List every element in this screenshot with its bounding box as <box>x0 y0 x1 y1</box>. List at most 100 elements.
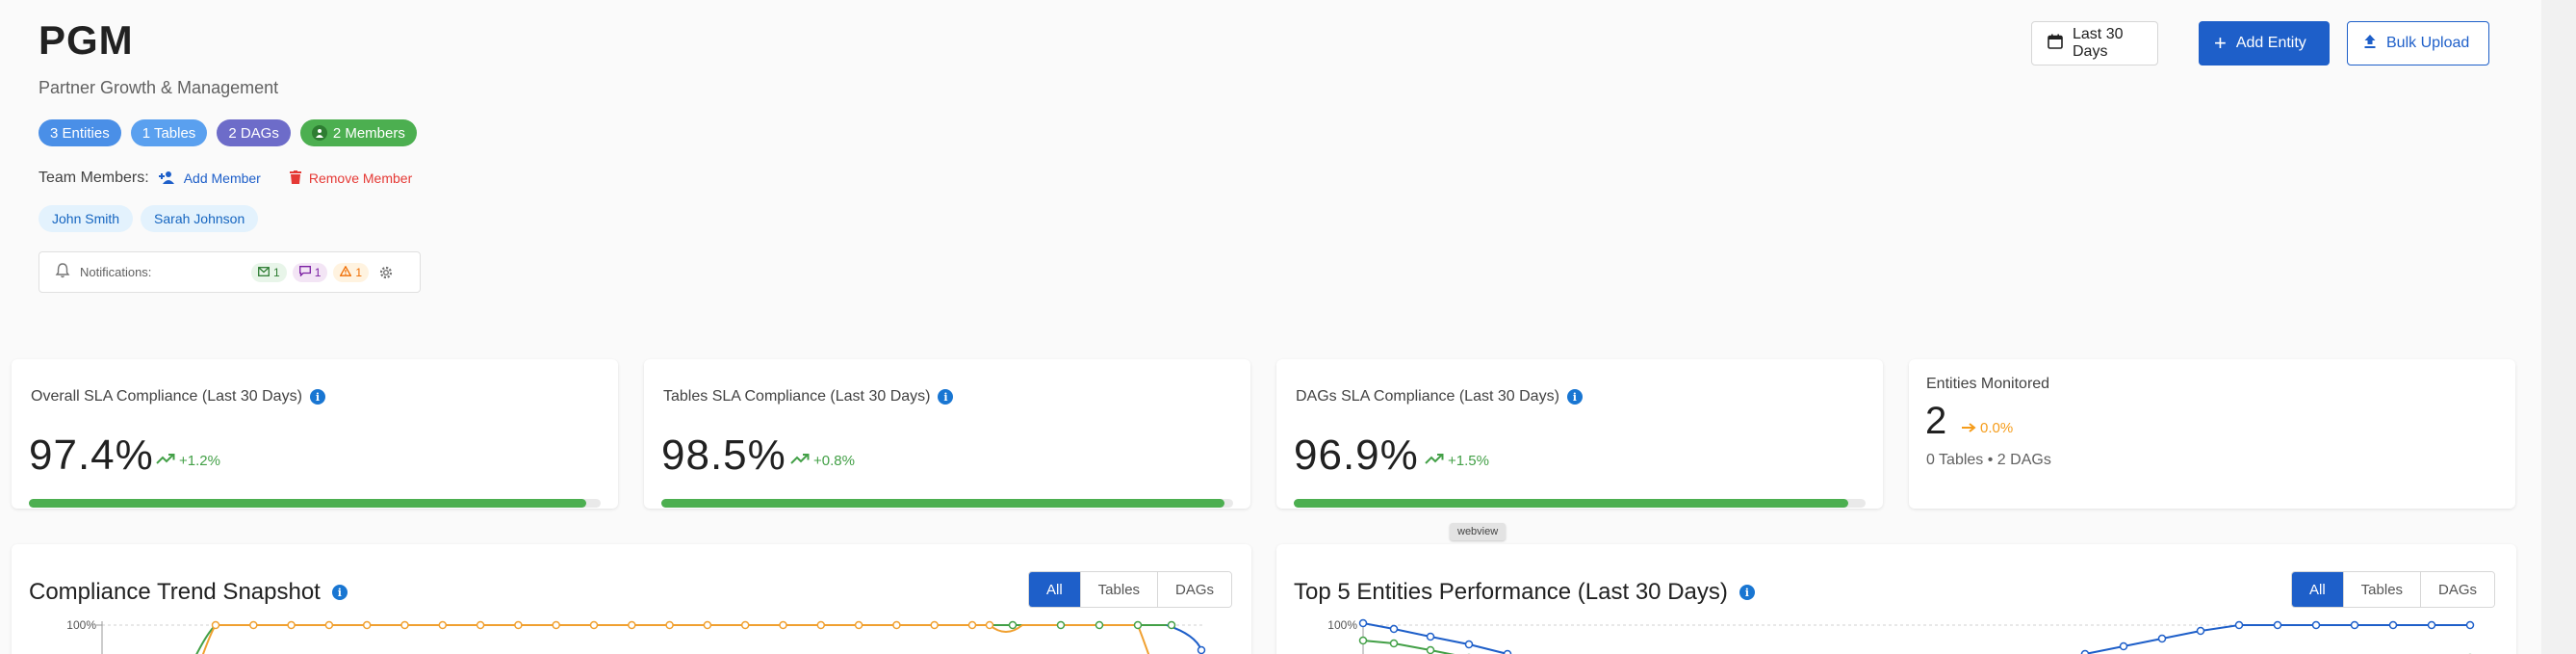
warning-icon <box>339 264 352 279</box>
plus-icon: + <box>2214 31 2227 55</box>
data-point[interactable] <box>2234 620 2244 630</box>
series-line <box>201 624 1150 654</box>
series-line <box>1362 640 1455 654</box>
data-point[interactable] <box>1389 639 1399 648</box>
dags-badge: 2 DAGs <box>217 119 291 146</box>
data-point[interactable] <box>2388 620 2398 630</box>
entities-breakdown: 0 Tables • 2 DAGs <box>1926 452 2051 468</box>
kpi-progress-bar <box>1294 499 1866 508</box>
dags-sla-card: DAGs SLA Compliance (Last 30 Days) i 96.… <box>1276 359 1883 509</box>
notifications-panel: Notifications: 1 1 1 <box>39 251 421 293</box>
page-scrollbar[interactable] <box>2541 0 2576 654</box>
member-chip[interactable]: Sarah Johnson <box>141 205 259 232</box>
entities-badge: 3 Entities <box>39 119 121 146</box>
add-member-button[interactable]: Add Member <box>158 170 261 187</box>
data-point[interactable] <box>1426 632 1435 641</box>
data-point[interactable] <box>930 620 939 630</box>
data-point[interactable] <box>740 620 750 630</box>
person-add-icon <box>158 170 176 187</box>
top-entities-card: Top 5 Entities Performance (Last 30 Days… <box>1276 544 2516 654</box>
data-point[interactable] <box>2273 620 2282 630</box>
data-point[interactable] <box>1503 649 1512 654</box>
team-members-row: Team Members: Add Member Remove Member <box>39 170 412 187</box>
person-icon <box>311 125 327 141</box>
kpi-delta: +1.5% <box>1425 453 1489 469</box>
calendar-icon <box>2048 34 2063 54</box>
data-point[interactable] <box>1095 620 1104 630</box>
kpi-delta: 0.0% <box>1961 420 2013 436</box>
data-point[interactable] <box>1197 645 1206 654</box>
info-icon[interactable]: i <box>309 389 325 405</box>
data-point[interactable] <box>476 620 485 630</box>
data-point[interactable] <box>967 620 977 630</box>
data-point[interactable] <box>1426 645 1435 654</box>
kpi-delta: +0.8% <box>790 453 855 469</box>
data-point[interactable] <box>2157 634 2167 643</box>
data-point[interactable] <box>703 620 712 630</box>
data-point[interactable] <box>324 620 334 630</box>
bulk-upload-button[interactable]: Bulk Upload <box>2347 21 2489 65</box>
email-notification-badge[interactable]: 1 <box>251 262 287 282</box>
data-point[interactable] <box>287 620 296 630</box>
mail-icon <box>258 266 270 279</box>
data-point[interactable] <box>2311 620 2321 630</box>
overall-sla-card: Overall SLA Compliance (Last 30 Days) i … <box>12 359 618 509</box>
data-point[interactable] <box>589 620 599 630</box>
data-point[interactable] <box>1464 640 1474 649</box>
data-point[interactable] <box>362 620 372 630</box>
upload-icon <box>2363 34 2377 54</box>
webview-tooltip: webview <box>1450 523 1507 540</box>
data-point[interactable] <box>249 620 258 630</box>
date-range-button[interactable]: Last 30 Days <box>2031 21 2158 65</box>
data-point[interactable] <box>854 620 863 630</box>
alert-notification-badge[interactable]: 1 <box>333 262 370 282</box>
notifications-label: Notifications: <box>80 265 152 279</box>
bell-icon <box>55 263 70 281</box>
series-line <box>1362 622 1510 654</box>
kpi-label: DAGs SLA Compliance (Last 30 Days) <box>1296 388 1559 405</box>
data-point[interactable] <box>2465 620 2475 630</box>
info-icon[interactable]: i <box>1566 389 1583 405</box>
kpi-label: Entities Monitored <box>1926 376 2050 392</box>
data-point[interactable] <box>2427 620 2436 630</box>
data-point[interactable] <box>1358 636 1368 645</box>
compliance-trend-card: Compliance Trend Snapshot i All Tables D… <box>12 544 1251 654</box>
y-tick-label: 100% <box>1327 618 1357 632</box>
kpi-delta: +1.2% <box>156 453 220 469</box>
data-point[interactable] <box>628 620 636 630</box>
data-point[interactable] <box>438 620 448 630</box>
data-point[interactable] <box>816 620 826 630</box>
data-point[interactable] <box>2119 641 2128 651</box>
info-icon[interactable]: i <box>938 389 954 405</box>
compliance-trend-chart: 100% <box>66 618 1206 654</box>
data-point[interactable] <box>1008 620 1018 630</box>
data-point[interactable] <box>985 620 994 630</box>
data-point[interactable] <box>1056 620 1066 630</box>
chat-notification-badge[interactable]: 1 <box>292 262 328 282</box>
data-point[interactable] <box>665 620 674 630</box>
data-point[interactable] <box>2350 620 2359 630</box>
add-entity-button[interactable]: + Add Entity <box>2199 21 2330 65</box>
data-point[interactable] <box>1358 618 1368 628</box>
data-point[interactable] <box>892 620 901 630</box>
members-badge: 2 Members <box>299 119 417 146</box>
tables-badge: 1 Tables <box>130 119 208 146</box>
data-point[interactable] <box>1167 620 1176 630</box>
data-point[interactable] <box>2196 626 2205 636</box>
data-point[interactable] <box>2080 649 2090 654</box>
kpi-value: 96.9% <box>1294 432 1419 479</box>
data-point[interactable] <box>779 620 787 630</box>
data-point[interactable] <box>552 620 560 630</box>
data-point[interactable] <box>400 620 409 630</box>
data-point[interactable] <box>1389 624 1399 634</box>
top-entities-chart: 100% <box>1327 618 2475 654</box>
settings-icon[interactable] <box>378 265 394 280</box>
chat-icon <box>298 265 311 279</box>
series-line <box>195 624 1167 654</box>
data-point[interactable] <box>1133 620 1143 630</box>
remove-member-button[interactable]: Remove Member <box>289 170 412 187</box>
data-point[interactable] <box>211 620 220 630</box>
data-point[interactable] <box>514 620 523 630</box>
member-chip[interactable]: John Smith <box>39 205 134 232</box>
kpi-value: 2 <box>1925 400 1947 442</box>
